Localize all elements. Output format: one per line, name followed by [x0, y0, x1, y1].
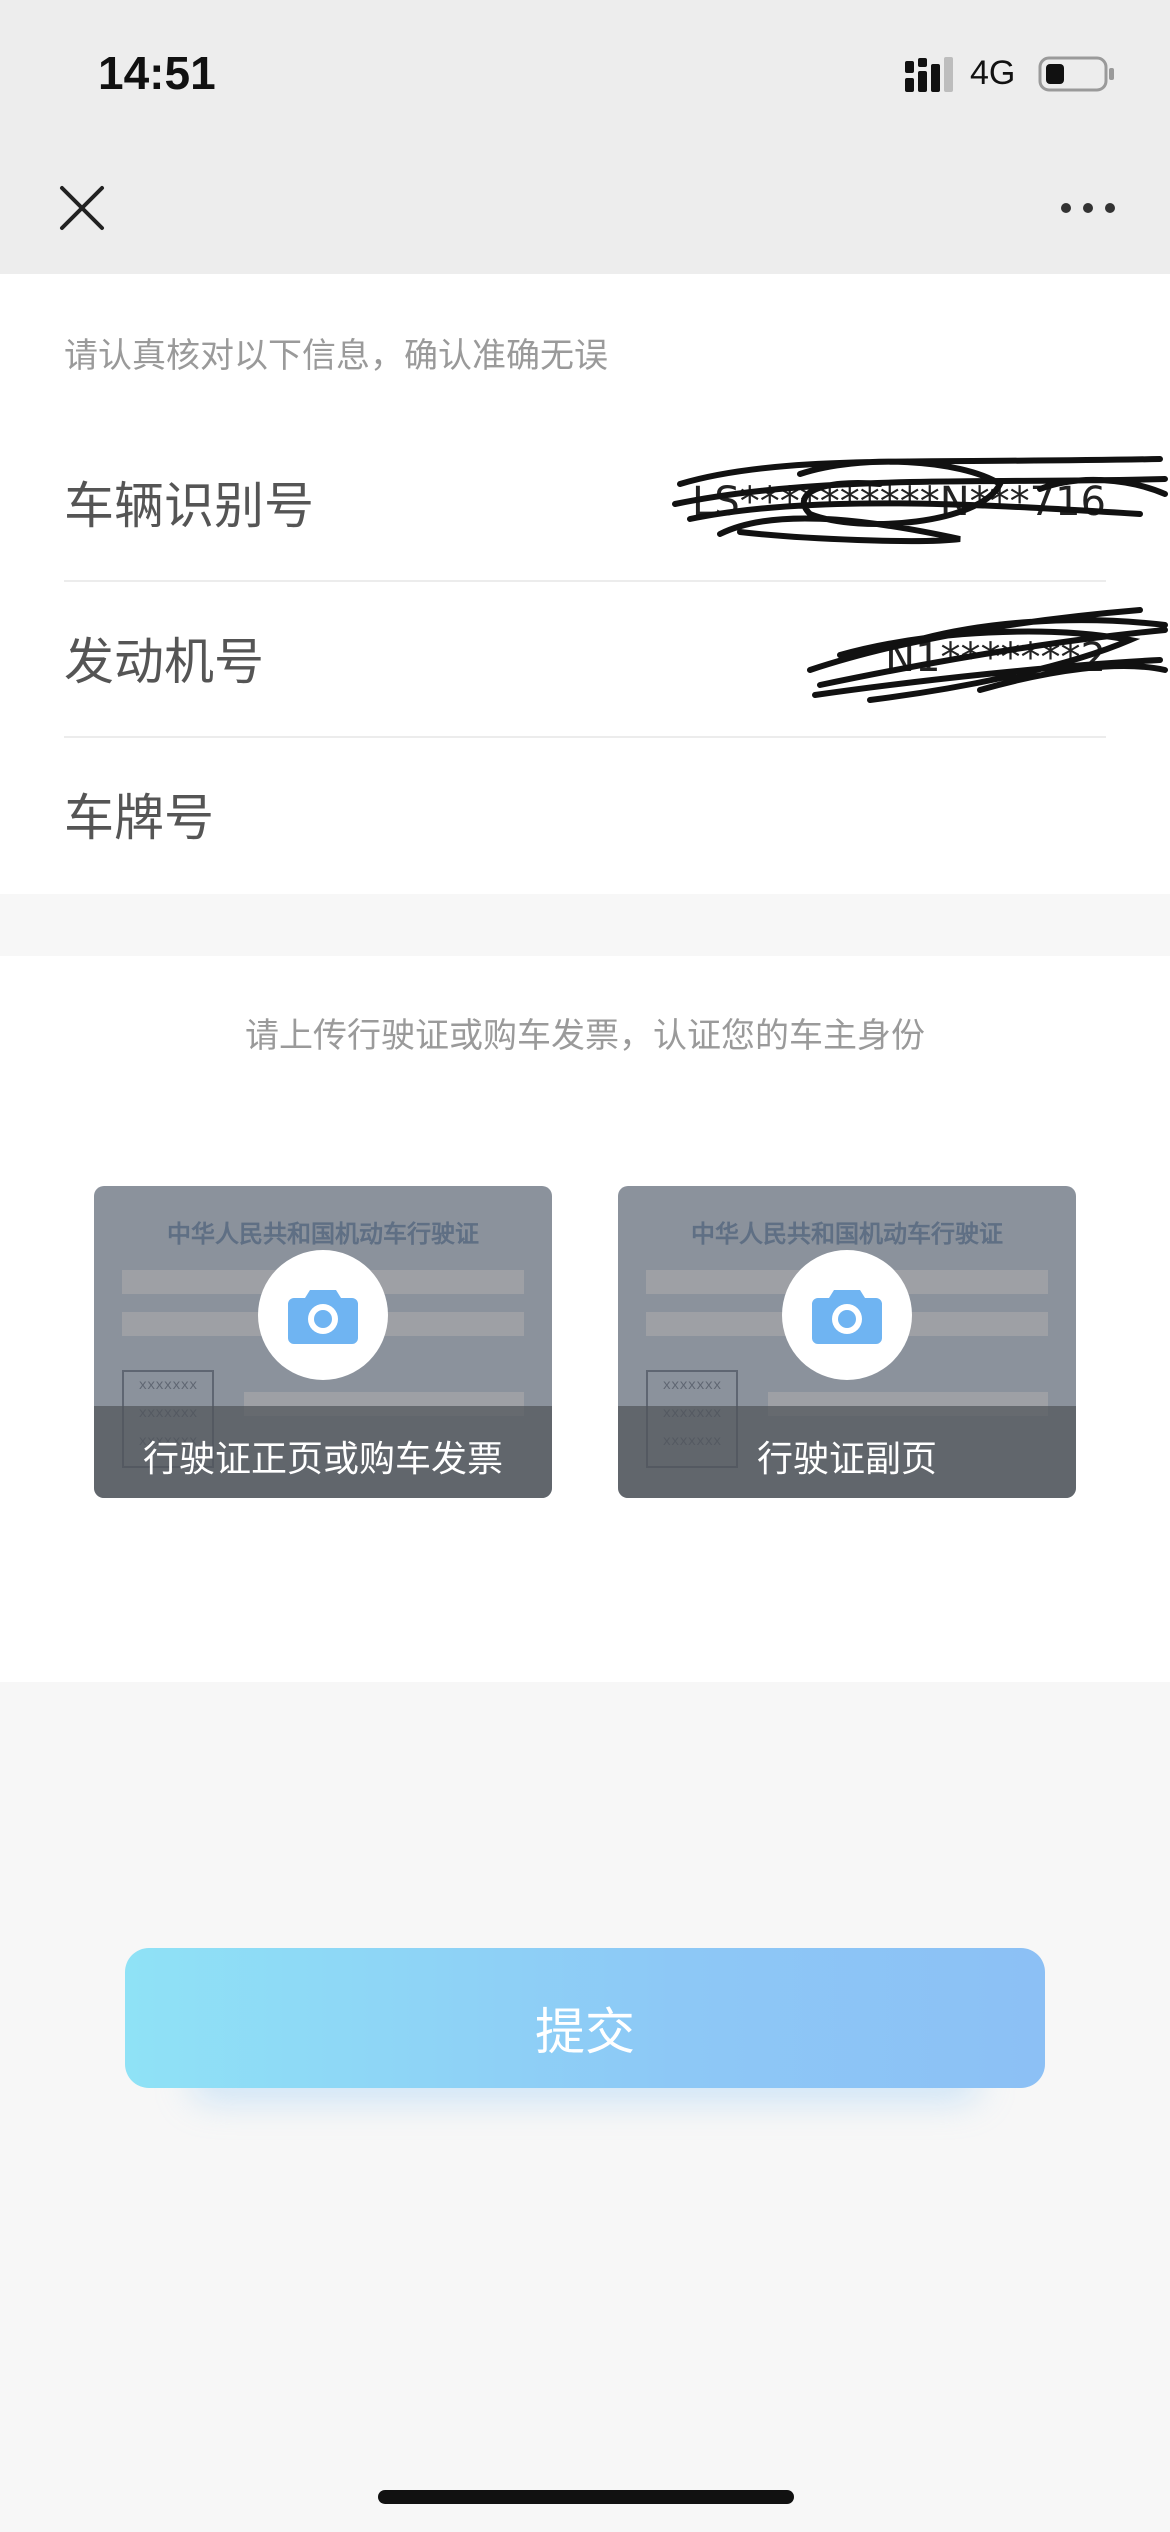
nav-bar — [0, 148, 1170, 274]
upload-card-back[interactable]: 中华人民共和国机动车行驶证 xxxxxxx xxxxxxx xxxxxxx 行驶… — [618, 1186, 1076, 1498]
more-options-icon[interactable] — [1052, 182, 1128, 234]
submit-button[interactable]: 提交 — [125, 1948, 1045, 2088]
card-caption: 行驶证副页 — [756, 1439, 937, 1480]
camera-button[interactable] — [258, 1250, 388, 1380]
verify-hint-text: 请认真核对以下信息，确认准确无误 — [64, 336, 608, 376]
vehicle-info-section: 请认真核对以下信息，确认准确无误 车辆识别号 LS**********N***7… — [0, 274, 1170, 894]
camera-button[interactable] — [782, 1250, 912, 1380]
plate-number-row[interactable]: 车牌号 — [64, 736, 1106, 892]
vin-label: 车辆识别号 — [64, 477, 314, 535]
stamp-line: xxxxxxx — [138, 1378, 198, 1394]
upload-card-front[interactable]: 中华人民共和国机动车行驶证 xxxxxxx xxxxxxx xxxxxxx 行驶… — [94, 1186, 552, 1498]
upload-hint-text: 请上传行驶证或购车发票，认证您的车主身份 — [245, 1016, 925, 1056]
status-time: 14:51 — [98, 47, 216, 99]
home-indicator[interactable] — [378, 2490, 794, 2504]
submit-label: 提交 — [535, 2004, 635, 2060]
card-title: 中华人民共和国机动车行驶证 — [691, 1220, 1003, 1248]
card-caption-bar: 行驶证副页 — [618, 1406, 1076, 1498]
engine-number-label: 发动机号 — [64, 633, 264, 691]
battery-icon — [1038, 56, 1114, 92]
cellular-signal-icon — [905, 57, 953, 92]
engine-number-row: 发动机号 N1*******2 — [64, 580, 1106, 738]
upload-section: 请上传行驶证或购车发票，认证您的车主身份 中华人民共和国机动车行驶证 xxxxx… — [0, 956, 1170, 1682]
card-title: 中华人民共和国机动车行驶证 — [167, 1220, 479, 1248]
vin-row: 车辆识别号 LS**********N***716 — [64, 424, 1106, 582]
vin-value: LS**********N***716 — [692, 479, 1106, 525]
camera-icon — [288, 1290, 358, 1344]
plate-number-label: 车牌号 — [64, 789, 214, 847]
camera-icon — [812, 1290, 882, 1344]
engine-number-value: N1*******2 — [885, 635, 1106, 681]
card-caption-bar: 行驶证正页或购车发票 — [94, 1406, 552, 1498]
status-bar: 14:51 4G — [0, 0, 1170, 148]
stamp-line: xxxxxxx — [662, 1378, 722, 1394]
close-icon[interactable] — [52, 178, 112, 238]
network-type-label: 4G — [970, 54, 1016, 92]
card-caption: 行驶证正页或购车发票 — [142, 1439, 503, 1480]
